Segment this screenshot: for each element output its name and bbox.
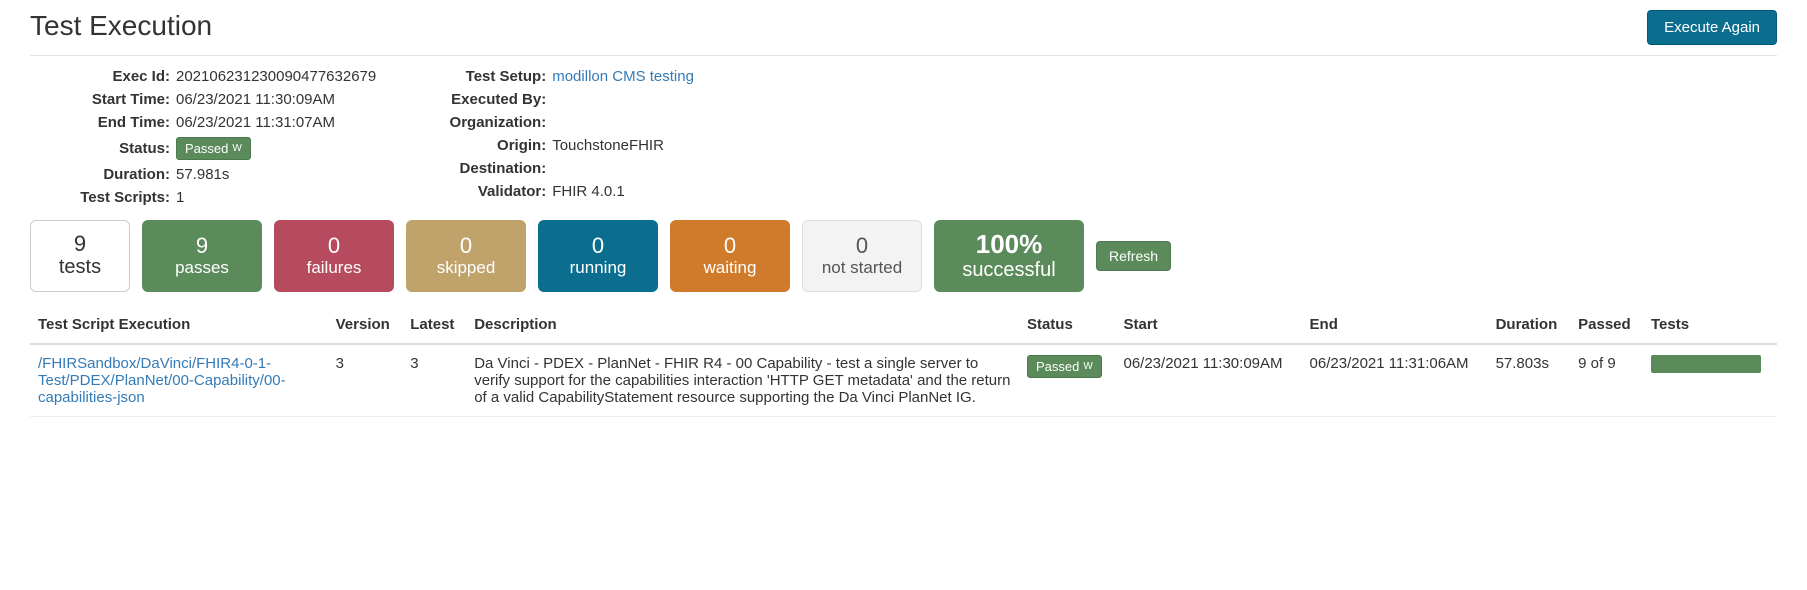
meta-label: Origin: — [426, 137, 546, 154]
status-badge-text: Passed — [185, 141, 228, 156]
meta-validator: Validator: FHIR 4.0.1 — [426, 183, 694, 200]
tile-tests[interactable]: 9 tests — [30, 220, 130, 292]
meta-col-left: Exec Id: 20210623123009047763​2679 Start… — [50, 68, 376, 206]
meta-label: Start Time: — [50, 91, 170, 108]
summary-tiles: 9 tests 9 passes 0 failures 0 skipped 0 … — [30, 220, 1777, 292]
tile-failures[interactable]: 0 failures — [274, 220, 394, 292]
th-script[interactable]: Test Script Execution — [30, 306, 328, 344]
meta-label: Organization: — [426, 114, 546, 131]
meta-executed-by: Executed By: — [426, 91, 694, 108]
cell-latest: 3 — [402, 344, 466, 417]
meta-origin: Origin: TouchstoneFHIR — [426, 137, 694, 154]
results-table: Test Script Execution Version Latest Des… — [30, 306, 1777, 417]
tile-label: tests — [49, 256, 111, 279]
meta-label: Exec Id: — [50, 68, 170, 85]
row-status-sup: W — [1083, 361, 1092, 372]
meta-label: Executed By: — [426, 91, 546, 108]
meta-start-time: Start Time: 06/23/2021 11:30:09AM — [50, 91, 376, 108]
th-status[interactable]: Status — [1019, 306, 1116, 344]
meta-label: End Time: — [50, 114, 170, 131]
tests-bar-icon — [1651, 355, 1761, 373]
th-tests[interactable]: Tests — [1643, 306, 1777, 344]
th-latest[interactable]: Latest — [402, 306, 466, 344]
status-badge-sup: W — [232, 143, 241, 154]
row-status-badge: Passed W — [1027, 355, 1102, 378]
tile-label: running — [556, 258, 640, 278]
test-script-link[interactable]: /FHIRSandbox/DaVinci/FHIR4-0-1-Test/PDEX… — [38, 355, 318, 406]
meta-destination: Destination: — [426, 160, 694, 177]
cell-end: 06/23/2021 11:31:06AM — [1302, 344, 1488, 417]
th-desc[interactable]: Description — [466, 306, 1019, 344]
tile-skipped[interactable]: 0 skipped — [406, 220, 526, 292]
tile-not-started[interactable]: 0 not started — [802, 220, 922, 292]
table-row: /FHIRSandbox/DaVinci/FHIR4-0-1-Test/PDEX… — [30, 344, 1777, 417]
meta-test-scripts: Test Scripts: 1 — [50, 189, 376, 206]
meta-value: FHIR 4.0.1 — [552, 183, 625, 200]
meta-duration: Duration: 57.981s — [50, 166, 376, 183]
page-title: Test Execution — [30, 10, 212, 42]
tile-count: 100% — [952, 230, 1066, 259]
meta-label: Status: — [50, 140, 170, 157]
meta-label: Test Setup: — [426, 68, 546, 85]
tile-count: 0 — [292, 234, 376, 258]
tile-running[interactable]: 0 running — [538, 220, 658, 292]
meta-label: Destination: — [426, 160, 546, 177]
meta-value: 06/23/2021 11:30:09AM — [176, 91, 335, 108]
execute-again-button[interactable]: Execute Again — [1647, 10, 1777, 45]
row-status-text: Passed — [1036, 359, 1079, 374]
tile-count: 9 — [160, 234, 244, 258]
table-header-row: Test Script Execution Version Latest Des… — [30, 306, 1777, 344]
meta-end-time: End Time: 06/23/2021 11:31:07AM — [50, 114, 376, 131]
meta-label: Test Scripts: — [50, 189, 170, 206]
th-end[interactable]: End — [1302, 306, 1488, 344]
tile-successful[interactable]: 100% successful — [934, 220, 1084, 292]
meta-value: 1 — [176, 189, 184, 206]
meta-exec-id: Exec Id: 20210623123009047763​2679 — [50, 68, 376, 85]
cell-start: 06/23/2021 11:30:09AM — [1115, 344, 1301, 417]
cell-duration: 57.803s — [1488, 344, 1571, 417]
tile-count: 0 — [424, 234, 508, 258]
meta-status: Status: Passed W — [50, 137, 376, 160]
tile-count: 0 — [821, 234, 903, 258]
meta-label: Duration: — [50, 166, 170, 183]
th-duration[interactable]: Duration — [1488, 306, 1571, 344]
tile-label: failures — [292, 258, 376, 278]
test-setup-link[interactable]: modillon CMS testing — [552, 68, 694, 85]
tile-waiting[interactable]: 0 waiting — [670, 220, 790, 292]
tile-count: 0 — [688, 234, 772, 258]
tile-label: not started — [821, 258, 903, 278]
tile-label: passes — [160, 258, 244, 278]
tile-label: successful — [952, 259, 1066, 282]
meta-value: 57.981s — [176, 166, 229, 183]
tile-passes[interactable]: 9 passes — [142, 220, 262, 292]
meta-label: Validator: — [426, 183, 546, 200]
status-badge: Passed W — [176, 137, 251, 160]
page-header: Test Execution Execute Again — [30, 10, 1777, 56]
meta-value: 20210623123009047763​2679 — [176, 68, 376, 85]
cell-version: 3 — [328, 344, 403, 417]
tile-label: waiting — [688, 258, 772, 278]
th-passed[interactable]: Passed — [1570, 306, 1643, 344]
tile-count: 0 — [556, 234, 640, 258]
tile-label: skipped — [424, 258, 508, 278]
cell-passed: 9 of 9 — [1570, 344, 1643, 417]
meta-col-right: Test Setup: modillon CMS testing Execute… — [426, 68, 694, 206]
tile-count: 9 — [49, 232, 111, 256]
meta-value: TouchstoneFHIR — [552, 137, 664, 154]
meta-value: 06/23/2021 11:31:07AM — [176, 114, 335, 131]
th-version[interactable]: Version — [328, 306, 403, 344]
th-start[interactable]: Start — [1115, 306, 1301, 344]
meta-test-setup: Test Setup: modillon CMS testing — [426, 68, 694, 85]
meta-section: Exec Id: 20210623123009047763​2679 Start… — [50, 68, 1777, 206]
cell-desc: Da Vinci - PDEX - PlanNet - FHIR R4 - 00… — [466, 344, 1019, 417]
refresh-button[interactable]: Refresh — [1096, 241, 1171, 271]
meta-organization: Organization: — [426, 114, 694, 131]
